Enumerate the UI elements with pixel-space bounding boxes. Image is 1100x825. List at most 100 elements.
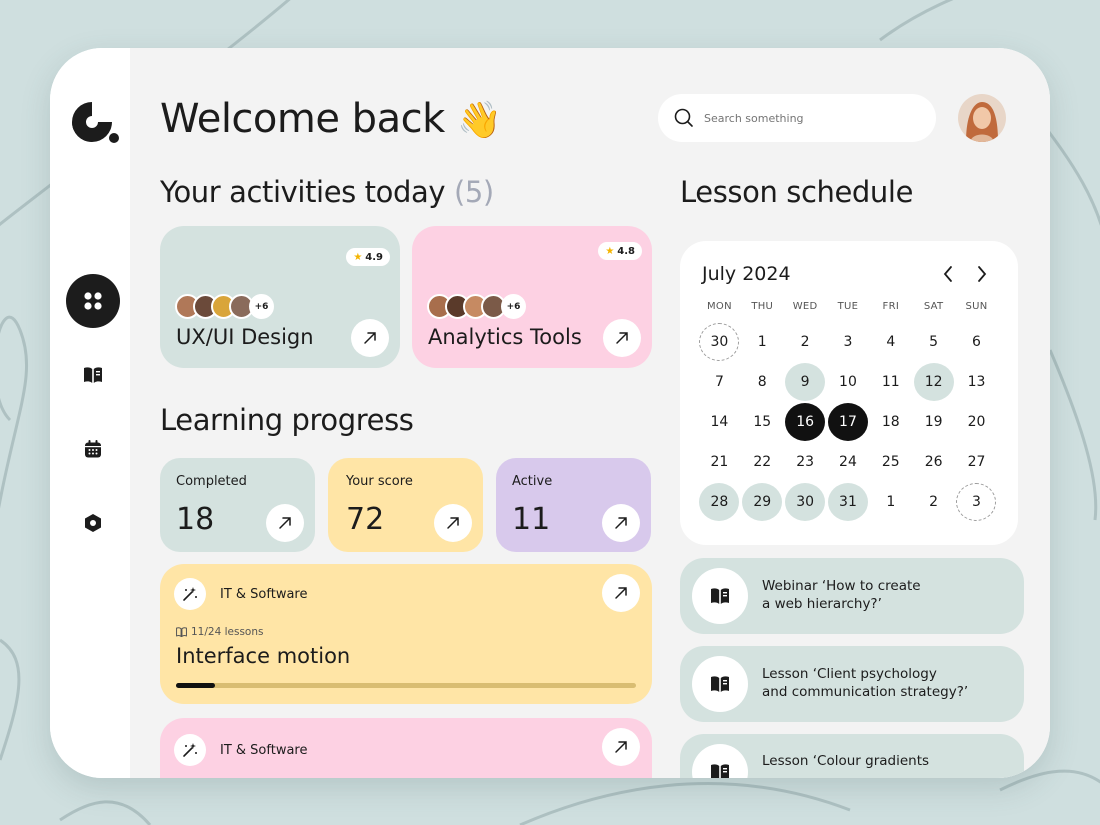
open-stat-button[interactable] <box>434 504 472 542</box>
stat-card-completed[interactable]: Completed 18 <box>160 458 315 552</box>
calendar-day[interactable]: 3 <box>956 483 997 521</box>
calendar-day[interactable]: 12 <box>913 363 954 401</box>
activity-card-uxui[interactable]: ★ 4.9 +6 UX/UI Design <box>160 226 400 368</box>
calendar-day[interactable]: 20 <box>956 403 996 441</box>
course-card-interface-motion[interactable]: IT & Software 11/24 lessons Interface mo… <box>160 564 652 704</box>
book-icon <box>692 744 748 778</box>
participants-more: +6 <box>249 294 274 319</box>
course-category: IT & Software <box>174 578 307 610</box>
calendar-day[interactable]: 14 <box>699 403 739 441</box>
calendar-day[interactable]: 29 <box>742 483 783 521</box>
participants-avatars: +6 <box>427 294 526 319</box>
calendar-prev-button[interactable] <box>938 263 958 285</box>
calendar-day[interactable]: 13 <box>956 363 996 401</box>
calendar: July 2024 MON THU WED TUE FRI SAT SUN 30 1 2 3 4 5 6 7… <box>680 241 1018 545</box>
calendar-day[interactable]: 30 <box>785 483 826 521</box>
course-card-2[interactable]: IT & Software <box>160 718 652 778</box>
calendar-day[interactable]: 16 <box>785 403 826 441</box>
open-course-button[interactable] <box>602 728 640 766</box>
calendar-icon <box>85 440 101 458</box>
arrow-up-right-icon <box>615 741 627 753</box>
open-activity-button[interactable] <box>603 319 641 357</box>
lessons-count: 11/24 lessons <box>176 626 263 638</box>
rating-badge: ★ 4.9 <box>346 248 390 266</box>
welcome-text: Welcome back <box>160 96 445 142</box>
arrow-up-right-icon <box>615 517 627 529</box>
weekday-label: MON <box>706 301 732 312</box>
calendar-day[interactable]: 28 <box>699 483 740 521</box>
calendar-day[interactable]: 15 <box>742 403 782 441</box>
magic-wand-icon <box>174 578 206 610</box>
calendar-day[interactable]: 24 <box>828 443 868 481</box>
sidebar-item-courses[interactable] <box>66 348 120 402</box>
calendar-day[interactable]: 6 <box>956 323 996 361</box>
calendar-day[interactable]: 2 <box>914 483 954 521</box>
arrow-up-right-icon <box>447 517 459 529</box>
sidebar-item-dashboard[interactable] <box>66 274 120 328</box>
open-stat-button[interactable] <box>602 504 640 542</box>
grid-icon <box>84 292 102 310</box>
calendar-day[interactable]: 18 <box>871 403 911 441</box>
book-icon <box>692 568 748 624</box>
chevron-right-icon <box>978 266 987 282</box>
calendar-day[interactable]: 19 <box>914 403 954 441</box>
calendar-day[interactable]: 21 <box>699 443 739 481</box>
open-course-button[interactable] <box>602 574 640 612</box>
calendar-day[interactable]: 17 <box>827 403 868 441</box>
weekday-label: THU <box>751 301 774 312</box>
calendar-day[interactable]: 11 <box>871 363 911 401</box>
arrow-up-right-icon <box>616 332 628 344</box>
sidebar-item-calendar[interactable] <box>66 422 120 476</box>
schedule-event[interactable]: Webinar ‘How to create a web hierarchy?’ <box>680 558 1024 634</box>
stat-value: 18 <box>176 502 215 537</box>
search-bar[interactable] <box>658 94 936 142</box>
calendar-day[interactable]: 9 <box>785 363 826 401</box>
stat-card-active[interactable]: Active 11 <box>496 458 651 552</box>
calendar-day[interactable]: 1 <box>871 483 911 521</box>
course-title: Interface motion <box>176 644 351 668</box>
sidebar-item-settings[interactable] <box>66 496 120 550</box>
event-title-line: a web hierarchy?’ <box>762 596 882 612</box>
calendar-day[interactable]: 27 <box>956 443 996 481</box>
calendar-day[interactable]: 26 <box>914 443 954 481</box>
progress-title: Learning progress <box>160 403 414 437</box>
course-category-label: IT & Software <box>220 742 308 758</box>
calendar-day[interactable]: 10 <box>828 363 868 401</box>
calendar-day[interactable]: 1 <box>742 323 782 361</box>
rating-value: 4.8 <box>617 245 635 257</box>
event-title-line: Lesson ‘Client psychology <box>762 666 937 682</box>
calendar-day[interactable]: 22 <box>742 443 782 481</box>
calendar-day[interactable]: 30 <box>699 323 740 361</box>
open-activity-button[interactable] <box>351 319 389 357</box>
schedule-event[interactable]: Lesson ‘Colour gradients <box>680 734 1024 778</box>
activities-count: (5) <box>453 175 494 209</box>
schedule-event[interactable]: Lesson ‘Client psychology and communicat… <box>680 646 1024 722</box>
main-content: Welcome back 👋 Your activities today (5) <box>130 48 1050 778</box>
event-title-line: Webinar ‘How to create <box>762 578 921 594</box>
event-title: Webinar ‘How to create a web hierarchy?’ <box>762 577 1002 613</box>
course-category: IT & Software <box>174 734 307 766</box>
stat-label: Completed <box>176 474 247 489</box>
calendar-day[interactable]: 4 <box>871 323 911 361</box>
calendar-day[interactable]: 5 <box>914 323 954 361</box>
stat-label: Active <box>512 474 553 489</box>
open-stat-button[interactable] <box>266 504 304 542</box>
app-window: Welcome back 👋 Your activities today (5) <box>50 48 1050 778</box>
activity-card-analytics[interactable]: ★ 4.8 +6 Analytics Tools <box>412 226 652 368</box>
activity-title: Analytics Tools <box>428 325 582 349</box>
calendar-day[interactable]: 7 <box>699 363 739 401</box>
calendar-day[interactable]: 8 <box>742 363 782 401</box>
calendar-day[interactable]: 3 <box>828 323 868 361</box>
event-title-line: and communication strategy?’ <box>762 684 969 700</box>
arrow-up-right-icon <box>364 332 376 344</box>
weekday-label: SAT <box>923 301 944 312</box>
avatar[interactable] <box>958 94 1006 142</box>
calendar-next-button[interactable] <box>972 263 992 285</box>
calendar-day[interactable]: 2 <box>785 323 825 361</box>
stat-card-score[interactable]: Your score 72 <box>328 458 483 552</box>
search-input[interactable] <box>704 111 904 125</box>
calendar-day[interactable]: 31 <box>827 483 868 521</box>
calendar-day[interactable]: 25 <box>871 443 911 481</box>
calendar-day[interactable]: 23 <box>785 443 825 481</box>
magic-wand-icon <box>174 734 206 766</box>
